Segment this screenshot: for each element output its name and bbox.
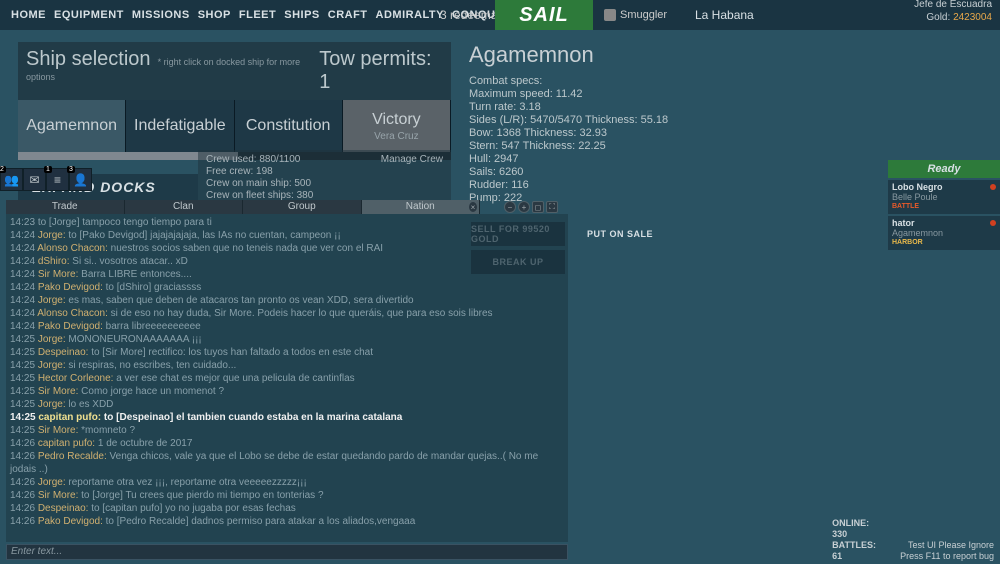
- combat-specs-heading: Combat specs:: [469, 75, 668, 88]
- chat-tabs: Trade Clan Group Nation ×: [6, 200, 480, 214]
- fleet-member[interactable]: Lobo Negro Belle Poule BATTLE: [888, 180, 1000, 214]
- chat-input[interactable]: Enter text...: [6, 544, 568, 560]
- smuggler-toggle[interactable]: Smuggler: [604, 9, 667, 21]
- nav-ships[interactable]: SHIPS: [281, 9, 323, 21]
- nav-fleet[interactable]: FLEET: [236, 9, 279, 21]
- smuggler-checkbox[interactable]: [604, 9, 616, 21]
- nav-equipment[interactable]: EQUIPMENT: [51, 9, 127, 21]
- nav-shop[interactable]: SHOP: [195, 9, 234, 21]
- online-count: ONLINE: 330: [832, 518, 876, 540]
- ship-tab-indefatigable[interactable]: Indefatigable: [126, 100, 234, 152]
- battles-count: BATTLES: 61: [832, 540, 876, 562]
- chat-log: 14:23 to [Jorge] tampoco tengo tiempo pa…: [6, 214, 568, 542]
- spec-line: Stern: 547 Thickness: 22.25: [469, 140, 668, 153]
- put-on-sale-button[interactable]: PUT ON SALE: [573, 222, 667, 246]
- test-ui-label: Test UI Please Ignore: [900, 540, 994, 551]
- fleet-panel: Ready Lobo Negro Belle Poule BATTLE hato…: [888, 160, 1000, 252]
- player-rank: Jefe de Escuadra: [914, 0, 992, 11]
- gold-label: Gold:: [926, 12, 950, 23]
- status-bar: ONLINE: 330 BATTLES: 61 Test UI Please I…: [900, 540, 994, 562]
- fleet-member[interactable]: hator Agamemnon HARBOR: [888, 216, 1000, 250]
- side-toolbar: 👥2 ✉ ≡1 👤3: [0, 168, 92, 191]
- chat-plus-icon[interactable]: +: [518, 201, 530, 213]
- crew-panel: Manage Crew Crew used: 880/1100 Free cre…: [198, 150, 451, 206]
- ship-panel-title: Ship selection: [26, 48, 151, 70]
- manage-crew-button[interactable]: Manage Crew: [381, 154, 443, 166]
- list-icon[interactable]: ≡1: [47, 169, 68, 190]
- top-nav-bar: HOME EQUIPMENT MISSIONS SHOP FLEET SHIPS…: [0, 0, 1000, 30]
- smuggler-label: Smuggler: [620, 9, 667, 21]
- port-name-label: La Habana: [695, 8, 754, 22]
- crew-free: Free crew: 198: [206, 166, 443, 178]
- spec-line: Maximum speed: 11.42: [469, 88, 668, 101]
- ready-button[interactable]: Ready: [888, 160, 1000, 178]
- tow-permits: Tow permits: 1: [319, 48, 443, 94]
- report-bug-label: Press F11 to report bug: [900, 551, 994, 562]
- chat-expand-icon[interactable]: ⛶: [546, 201, 558, 213]
- chat-minus-icon[interactable]: −: [504, 201, 516, 213]
- status-dot: [990, 184, 996, 190]
- crew-main: Crew on main ship: 500: [206, 178, 443, 190]
- ship-tabs: Agamemnon Indefatigable Constitution Vic…: [18, 100, 451, 152]
- spec-line: Hull: 2947: [469, 153, 668, 166]
- gold-value: 2423004: [953, 12, 992, 23]
- spec-line: Sails: 6260: [469, 166, 668, 179]
- player-info: Jefe de Escuadra Gold: 2423004: [914, 0, 992, 24]
- spec-line: Pump: 222: [469, 192, 668, 205]
- chat-tab-trade[interactable]: Trade: [6, 200, 125, 214]
- chat-tab-group[interactable]: Group: [243, 200, 362, 214]
- chat-tab-clan[interactable]: Clan: [125, 200, 244, 214]
- status-dot: [990, 220, 996, 226]
- mail-icon[interactable]: ✉: [24, 169, 45, 190]
- spec-line: Rudder: 116: [469, 179, 668, 192]
- ship-tab-agamemnon[interactable]: Agamemnon: [18, 100, 126, 152]
- social-icon[interactable]: 👤3: [70, 169, 91, 190]
- nav-craft[interactable]: CRAFT: [325, 9, 371, 21]
- ship-details: Agamemnon Combat specs: Maximum speed: 1…: [469, 48, 668, 205]
- friends-icon[interactable]: 👥2: [1, 169, 22, 190]
- chat-close-icon[interactable]: ×: [468, 201, 478, 213]
- chat-window-icon[interactable]: ◻: [532, 201, 544, 213]
- ship-panel-header: Ship selection * right click on docked s…: [18, 42, 451, 100]
- chat-tab-nation[interactable]: Nation: [362, 200, 481, 214]
- spec-line: Bow: 1368 Thickness: 32.93: [469, 127, 668, 140]
- ship-details-name: Agamemnon: [469, 48, 668, 61]
- spec-line: Sides (L/R): 5470/5470 Thickness: 55.18: [469, 114, 668, 127]
- nav-missions[interactable]: MISSIONS: [129, 9, 193, 21]
- ship-tab-victory[interactable]: Victory Vera Cruz: [343, 100, 451, 152]
- spec-line: Turn rate: 3.18: [469, 101, 668, 114]
- nav-home[interactable]: HOME: [8, 9, 49, 21]
- ship-tab-constitution[interactable]: Constitution: [235, 100, 343, 152]
- nav-admiralty[interactable]: ADMIRALTY: [373, 9, 447, 21]
- sail-button[interactable]: SAIL: [495, 0, 593, 30]
